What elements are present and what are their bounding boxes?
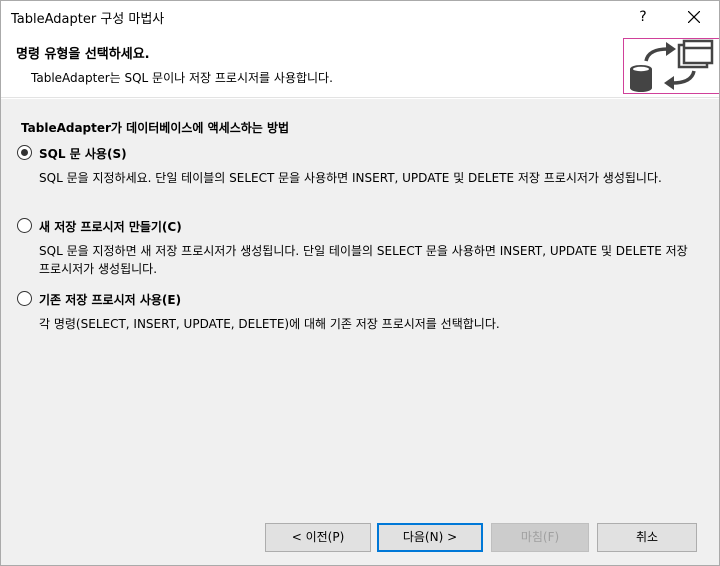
- page-subheading: TableAdapter는 SQL 문이나 저장 프로시저를 사용합니다.: [31, 71, 333, 85]
- option-use-sql-label[interactable]: SQL 문 사용(S): [39, 145, 127, 162]
- close-button[interactable]: [671, 1, 717, 33]
- wizard-header: 명령 유형을 선택하세요. TableAdapter는 SQL 문이나 저장 프…: [1, 33, 719, 98]
- wizard-window: TableAdapter 구성 마법사 ? 명령 유형을 선택하세요. Tabl…: [0, 0, 720, 566]
- option-use-sql-description: SQL 문을 지정하세요. 단일 테이블의 SELECT 문을 사용하면 INS…: [39, 171, 662, 185]
- access-method-group-title: TableAdapter가 데이터베이스에 액세스하는 방법: [21, 121, 290, 135]
- option-existing-procedure-label[interactable]: 기존 저장 프로시저 사용(E): [39, 291, 181, 308]
- wizard-footer: < 이전(P) 다음(N) > 마침(F) 취소: [1, 509, 719, 565]
- option-existing-procedure-description: 각 명령(SELECT, INSERT, UPDATE, DELETE)에 대해…: [39, 317, 500, 331]
- radio-use-sql[interactable]: [17, 145, 32, 160]
- next-button[interactable]: 다음(N) >: [377, 523, 483, 552]
- cancel-button[interactable]: 취소: [597, 523, 697, 552]
- radio-existing-procedure[interactable]: [17, 291, 32, 306]
- radio-new-procedure[interactable]: [17, 218, 32, 233]
- option-new-procedure-label[interactable]: 새 저장 프로시저 만들기(C): [39, 218, 182, 235]
- help-button[interactable]: ?: [625, 1, 661, 33]
- window-title: TableAdapter 구성 마법사: [11, 12, 165, 27]
- page-heading: 명령 유형을 선택하세요.: [16, 47, 150, 62]
- wizard-body: TableAdapter가 데이터베이스에 액세스하는 방법 SQL 문 사용(…: [1, 99, 719, 509]
- previous-button[interactable]: < 이전(P): [265, 523, 371, 552]
- database-table-sync-icon: [623, 38, 719, 94]
- close-icon: [688, 11, 700, 23]
- option-new-procedure-description: SQL 문을 지정하면 새 저장 프로시저가 생성됩니다. 단일 테이블의 SE…: [39, 244, 688, 276]
- finish-button[interactable]: 마침(F): [491, 523, 589, 552]
- title-bar: TableAdapter 구성 마법사 ?: [1, 1, 719, 33]
